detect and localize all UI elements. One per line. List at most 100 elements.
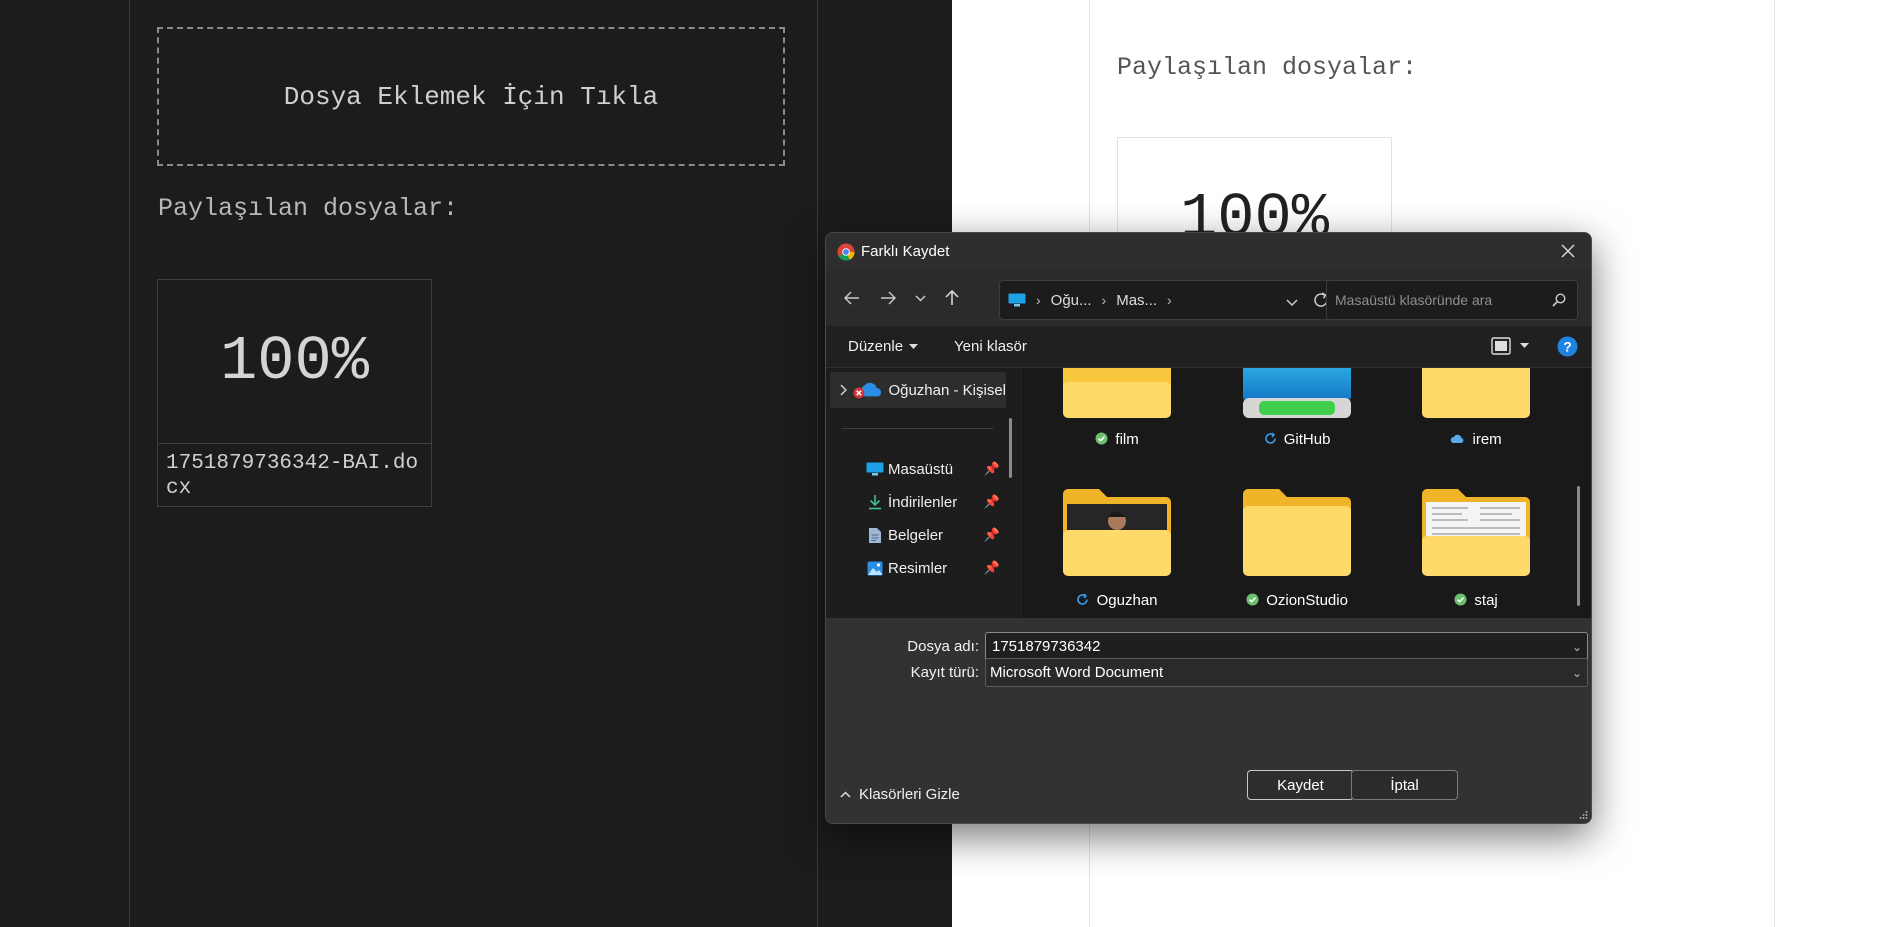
dialog-title: Farklı Kaydet	[861, 243, 950, 260]
up-button[interactable]	[934, 280, 970, 316]
resize-grip-icon[interactable]	[1578, 810, 1588, 820]
nav-item-label: Oğuzhan - Kişisel	[888, 381, 1006, 399]
nav-scrollbar[interactable]	[1009, 418, 1012, 478]
files-view: film GitHub irem Oguzhan OzionStudio sta…	[1022, 368, 1591, 618]
nav-item-pictures[interactable]: Resimler 📌	[830, 550, 1006, 586]
sync-complete-icon	[1095, 432, 1108, 445]
new-folder-button[interactable]: Yeni klasör	[954, 338, 1027, 355]
view-layout-icon	[1491, 337, 1511, 355]
nav-item-downloads[interactable]: İndirilenler 📌	[830, 484, 1006, 520]
files-scrollbar[interactable]	[1577, 486, 1580, 606]
breadcrumb-separator-icon: ›	[1167, 292, 1172, 308]
folder-label: irem	[1408, 431, 1544, 448]
nav-item-label: Masaüstü	[888, 460, 954, 478]
file-name-input[interactable]	[986, 637, 1567, 656]
document-icon	[869, 527, 881, 543]
hide-folders-toggle[interactable]: Klasörleri Gizle	[840, 786, 960, 803]
organize-label: Düzenle	[848, 338, 904, 355]
search-input[interactable]	[1333, 291, 1542, 309]
organize-menu-button[interactable]: Düzenle	[848, 338, 919, 355]
close-button[interactable]	[1553, 237, 1583, 265]
folder-item-oguzhan[interactable]: Oguzhan	[1049, 488, 1185, 613]
desktop-icon	[866, 462, 884, 476]
chevron-right-icon	[840, 384, 847, 396]
folder-icon	[1422, 489, 1530, 576]
pin-icon: 📌	[983, 527, 1000, 542]
save-options-panel: Dosya adı: ⌄ Kayıt türü: Microsoft Word …	[826, 618, 1591, 823]
file-name-combobox[interactable]: ⌄	[985, 632, 1588, 661]
save-as-dialog: Farklı Kaydet › Oğu... › Mas... › Masaüs…	[825, 232, 1592, 824]
arrow-right-icon	[881, 291, 896, 305]
forward-button[interactable]	[870, 280, 906, 316]
upload-dropzone[interactable]: Dosya Eklemek İçin Tıkla	[157, 27, 785, 166]
breadcrumb-item[interactable]: Mas...	[1116, 292, 1157, 309]
back-button[interactable]	[834, 280, 870, 316]
arrow-left-icon	[844, 291, 859, 305]
syncing-icon	[1077, 593, 1089, 605]
caret-down-icon	[909, 343, 919, 349]
pin-icon: 📌	[983, 560, 1000, 575]
folder-item-ozionstudio[interactable]: OzionStudio	[1229, 488, 1365, 613]
search-icon	[1552, 293, 1566, 307]
onedrive-icon	[853, 382, 881, 399]
nav-item-onedrive[interactable]: Oğuzhan - Kişisel	[830, 372, 1006, 408]
shared-files-heading: Paylaşılan dosyalar:	[158, 194, 459, 223]
folder-item-github[interactable]: GitHub	[1229, 368, 1365, 458]
caret-down-icon	[1520, 343, 1529, 348]
breadcrumb-separator-icon: ›	[1036, 292, 1041, 308]
address-bar[interactable]: › Oğu... › Mas... ›	[999, 280, 1339, 320]
folder-label: staj	[1408, 592, 1544, 609]
navigation-pane: Oğuzhan - Kişisel Masaüstü 📌 İndirilenle…	[826, 368, 1020, 618]
chevron-up-icon	[840, 791, 851, 798]
folder-label: GitHub	[1229, 431, 1365, 448]
folder-label: OzionStudio	[1229, 592, 1365, 609]
file-type-value: Microsoft Word Document	[990, 664, 1164, 681]
folder-item-irem[interactable]: irem	[1408, 368, 1544, 458]
syncing-icon	[1264, 432, 1276, 444]
nav-item-documents[interactable]: Belgeler 📌	[830, 517, 1006, 553]
nav-item-label: İndirilenler	[888, 493, 958, 511]
save-button[interactable]: Kaydet	[1247, 770, 1354, 800]
shared-file-name: 1751879736342-BAI.docx	[166, 452, 419, 500]
help-button[interactable]: ?	[1557, 336, 1578, 361]
arrow-up-icon	[945, 290, 959, 305]
sync-complete-icon	[1454, 593, 1467, 606]
chrome-icon	[837, 243, 855, 261]
view-options-button[interactable]	[1491, 337, 1529, 355]
chevron-down-icon	[914, 294, 926, 302]
close-icon	[1561, 244, 1575, 258]
download-icon	[869, 495, 881, 510]
command-bar: Düzenle Yeni klasör ?	[826, 326, 1591, 368]
folder-label: film	[1049, 431, 1185, 448]
github-drive-icon	[1243, 368, 1351, 418]
search-box[interactable]	[1326, 280, 1578, 320]
nav-item-desktop[interactable]: Masaüstü 📌	[830, 451, 1006, 487]
cancel-button[interactable]: İptal	[1351, 770, 1458, 800]
navigation-bar: › Oğu... › Mas... ›	[826, 270, 1591, 326]
cloud-icon	[1451, 434, 1464, 443]
folder-item-staj[interactable]: staj	[1408, 488, 1544, 613]
file-name-label: Dosya adı:	[907, 638, 979, 655]
help-icon: ?	[1557, 336, 1578, 357]
nav-item-label: Belgeler	[888, 526, 944, 544]
chevron-down-icon[interactable]: ⌄	[1567, 640, 1587, 654]
upload-progress-percent: 100%	[158, 280, 431, 444]
folder-icon	[1063, 489, 1171, 576]
file-type-select[interactable]: Microsoft Word Document ⌄	[985, 658, 1588, 687]
pin-icon: 📌	[983, 494, 1000, 509]
shared-file-card[interactable]: 100% 1751879736342-BAI.docx	[157, 279, 432, 507]
folder-item-film[interactable]: film	[1049, 368, 1185, 458]
dropzone-text: Dosya Eklemek İçin Tıkla	[283, 81, 659, 112]
file-type-label: Kayıt türü:	[910, 664, 979, 681]
dialog-titlebar: Farklı Kaydet	[826, 233, 1591, 270]
folder-icon	[1422, 368, 1530, 418]
chevron-down-icon: ⌄	[1571, 665, 1583, 680]
pin-icon: 📌	[983, 461, 1000, 476]
hide-folders-label: Klasörleri Gizle	[859, 786, 960, 803]
address-history-button[interactable]	[1286, 294, 1298, 311]
recent-locations-button[interactable]	[906, 280, 934, 316]
sync-complete-icon	[1246, 593, 1259, 606]
breadcrumb-item[interactable]: Oğu...	[1051, 292, 1092, 309]
breadcrumb-separator-icon: ›	[1101, 292, 1107, 308]
dark-web-page: Dosya Eklemek İçin Tıkla Paylaşılan dosy…	[0, 0, 952, 927]
